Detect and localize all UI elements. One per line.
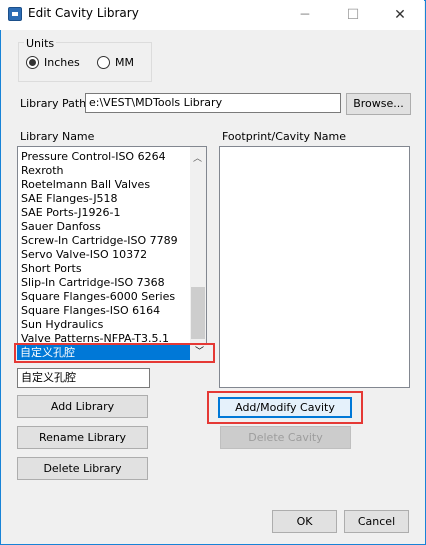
list-item[interactable]: Pressure Control-ISO 6264	[21, 150, 166, 164]
chevron-down-icon[interactable]: ﹀	[191, 345, 208, 360]
library-path-input[interactable]: e:\VEST\MDTools Library	[85, 93, 341, 113]
list-item[interactable]: SAE Flanges-J518	[21, 192, 118, 206]
footprint-cavity-name-label: Footprint/Cavity Name	[222, 130, 347, 143]
list-item[interactable]: Square Flanges-ISO 6164	[21, 304, 160, 318]
cancel-button[interactable]: Cancel	[344, 510, 409, 533]
minimize-icon[interactable]: ─	[282, 0, 328, 30]
list-item[interactable]: Square Flanges-6000 Series	[21, 290, 175, 304]
add-modify-cavity-button[interactable]: Add/Modify Cavity	[218, 397, 352, 418]
list-scrollbar[interactable]: ︿	[190, 147, 206, 343]
list-item[interactable]: SAE Ports-J1926-1	[21, 206, 120, 220]
library-listbox[interactable]: Pressure Control-ISO 6264 Rexroth Roetel…	[17, 146, 207, 344]
units-label: Units	[24, 37, 57, 50]
list-item[interactable]: Roetelmann Ball Valves	[21, 178, 150, 192]
delete-cavity-button[interactable]: Delete Cavity	[220, 426, 351, 449]
library-name-label: Library Name	[20, 130, 95, 143]
footprint-listbox[interactable]	[219, 146, 410, 388]
ok-button[interactable]: OK	[272, 510, 337, 533]
scroll-up-icon[interactable]: ︿	[193, 151, 202, 164]
list-item[interactable]: Screw-In Cartridge-ISO 7789	[21, 234, 178, 248]
close-icon[interactable]: ✕	[377, 0, 423, 30]
window-title: Edit Cavity Library	[28, 6, 139, 20]
list-item[interactable]: Sun Hydraulics	[21, 318, 103, 332]
selected-library-item[interactable]: 自定义孔腔	[17, 345, 190, 360]
scrollbar-thumb[interactable]	[191, 287, 205, 339]
delete-library-button[interactable]: Delete Library	[17, 457, 148, 480]
app-icon	[8, 7, 22, 21]
rename-library-button[interactable]: Rename Library	[17, 426, 148, 449]
mm-label[interactable]: MM	[115, 56, 134, 69]
inches-label[interactable]: Inches	[44, 56, 80, 69]
browse-button[interactable]: Browse...	[346, 93, 411, 115]
list-item[interactable]: Slip-In Cartridge-ISO 7368	[21, 276, 165, 290]
library-path-label: Library Path	[20, 97, 87, 110]
maximize-icon[interactable]: ☐	[330, 0, 376, 30]
inches-radio[interactable]	[26, 56, 39, 69]
list-item[interactable]: Rexroth	[21, 164, 64, 178]
list-item[interactable]: Servo Valve-ISO 10372	[21, 248, 147, 262]
add-library-button[interactable]: Add Library	[17, 395, 148, 418]
library-name-input[interactable]: 自定义孔腔	[17, 368, 150, 388]
mm-radio[interactable]	[97, 56, 110, 69]
list-item[interactable]: Short Ports	[21, 262, 82, 276]
list-item[interactable]: Sauer Danfoss	[21, 220, 101, 234]
